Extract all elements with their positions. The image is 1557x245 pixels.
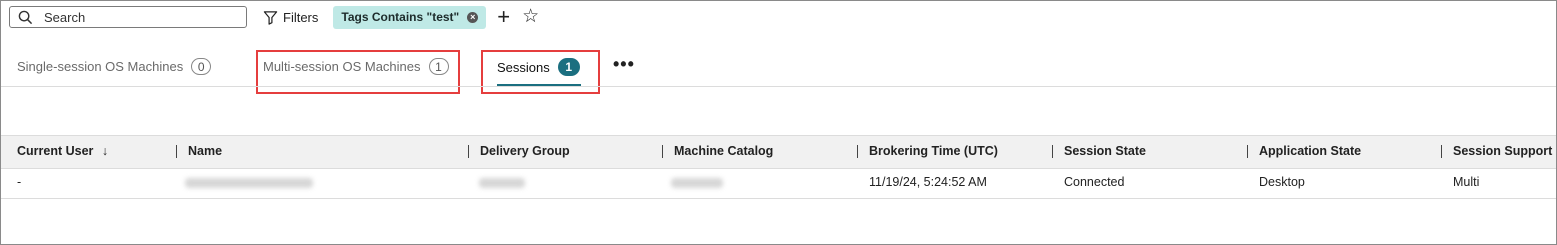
column-header-brokering-time[interactable]: Brokering Time (UTC) [869, 136, 998, 168]
add-icon[interactable]: + [497, 6, 510, 28]
redacted-machine-catalog [671, 178, 723, 188]
column-separator[interactable] [1441, 145, 1442, 158]
search-input[interactable]: Search [9, 6, 247, 28]
column-header-application-state[interactable]: Application State [1259, 136, 1361, 168]
sort-down-icon: ↓ [101, 144, 109, 158]
column-header-machine-catalog[interactable]: Machine Catalog [674, 136, 773, 168]
chip-remove-icon[interactable]: × [467, 11, 479, 23]
search-icon [18, 10, 33, 24]
redacted-delivery-group [479, 178, 525, 188]
window-frame [0, 0, 1557, 245]
column-separator[interactable] [662, 145, 663, 158]
column-separator[interactable] [1052, 145, 1053, 158]
column-separator[interactable] [1247, 145, 1248, 158]
column-header-delivery-group[interactable]: Delivery Group [480, 136, 570, 168]
count-badge: 0 [191, 58, 212, 75]
column-separator[interactable] [176, 145, 177, 158]
highlight-box-multi-session [256, 50, 460, 94]
cell-session-support: Multi [1453, 175, 1480, 189]
cell-brokering-time: 11/19/24, 5:24:52 AM [869, 175, 987, 189]
cell-current-user: - [17, 175, 22, 189]
column-separator[interactable] [857, 145, 858, 158]
filter-chip-label: Tags Contains "test" [341, 10, 460, 24]
column-header-name[interactable]: Name [188, 136, 222, 168]
filters-button[interactable]: Filters [263, 10, 318, 25]
filters-label: Filters [283, 9, 319, 25]
filter-icon [263, 10, 278, 25]
column-header-session-support[interactable]: Session Support [1453, 136, 1552, 168]
column-header-session-state[interactable]: Session State [1064, 136, 1146, 168]
toolbar: Search Filters Tags Contains "test" × + … [9, 5, 539, 29]
cell-session-state: Connected [1064, 175, 1125, 189]
table-row[interactable]: - 11/19/24, 5:24:52 AM Connected Desktop… [1, 168, 1556, 199]
filter-chip[interactable]: Tags Contains "test" × [333, 5, 487, 29]
redacted-name [185, 178, 313, 188]
column-separator[interactable] [468, 145, 469, 158]
cell-application-state: Desktop [1259, 175, 1305, 189]
column-header-current-user[interactable]: Current User ↓ [17, 136, 108, 168]
search-placeholder: Search [44, 9, 86, 25]
table-header: Current User ↓ Name Delivery Group Machi… [1, 135, 1556, 169]
star-icon[interactable]: ☆ [522, 7, 539, 27]
highlight-box-sessions [481, 50, 600, 94]
divider [1, 86, 1556, 87]
more-options-icon[interactable]: ••• [613, 54, 635, 75]
tab-single-session-machines[interactable]: Single-session OS Machines 0 [17, 58, 212, 75]
tab-label: Single-session OS Machines [17, 59, 184, 74]
